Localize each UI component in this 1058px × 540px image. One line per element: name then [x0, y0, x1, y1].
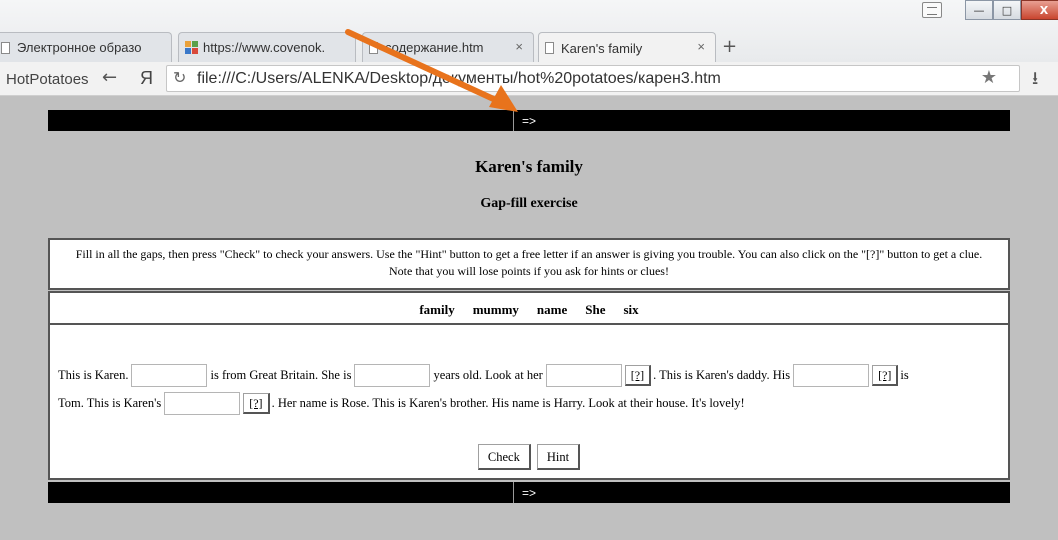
clue-button-3[interactable]: [?] [624, 365, 652, 386]
tab-label: Karen's family [561, 40, 643, 56]
word-bank-item: She [585, 302, 606, 317]
tab-karens-family[interactable]: Karen's family × [538, 32, 716, 63]
url-text[interactable]: file:///C:/Users/ALENKA/Desktop/документ… [197, 70, 721, 88]
clue-button-5[interactable]: [?] [243, 393, 270, 414]
instructions-text: Fill in all the gaps, then press "Check"… [75, 247, 983, 278]
top-nav-bar: => [48, 110, 1010, 131]
word-bank-box: family mummy name She six [48, 291, 1010, 325]
document-icon [369, 41, 378, 54]
address-bar[interactable]: ↻ file:///C:/Users/ALENKA/Desktop/докуме… [166, 65, 1020, 92]
instructions-box: Fill in all the gaps, then press "Check"… [48, 238, 1010, 290]
word-bank-item: six [623, 302, 639, 317]
tab-label: Электронное образо [17, 40, 142, 55]
document-icon [545, 42, 554, 54]
word-bank-item: mummy [472, 302, 519, 317]
maximize-button[interactable]: □ [993, 0, 1021, 20]
action-buttons: Check Hint [50, 444, 1008, 470]
gap-input-5[interactable] [164, 392, 241, 415]
colored-grid-icon [185, 41, 198, 54]
exercise-line-2: Tom. This is Karen's [?] . Her name is R… [58, 392, 745, 415]
close-tab-icon[interactable]: × [697, 39, 705, 54]
toolbar: HotPotatoes ← Я ↻ file:///C:/Users/ALENK… [0, 62, 1058, 96]
download-icon[interactable]: ⭳ [1032, 66, 1038, 96]
next-arrow-button[interactable]: => [513, 110, 544, 131]
exercise-text: Tom. This is Karen's [58, 396, 162, 410]
tab-soderzhanie[interactable]: содержание.htm × [362, 32, 534, 62]
bottom-nav-bar: => [48, 482, 1010, 503]
clue-button-4[interactable]: [?] [872, 365, 899, 386]
tab-label: содержание.htm [385, 40, 484, 55]
document-icon [1, 41, 10, 54]
exercise-text: is from Great Britain. She is [210, 368, 352, 382]
yandex-icon[interactable]: Я [140, 68, 153, 89]
gap-input-3[interactable] [545, 364, 622, 387]
window-controls: — □ X [965, 0, 1058, 22]
exercise-text: This is Karen. [58, 368, 129, 382]
gap-input-2[interactable] [354, 364, 431, 387]
tab-strip: — □ X Электронное образо https://www.cov… [0, 0, 1058, 63]
gap-input-4[interactable] [793, 364, 870, 387]
back-arrow-icon[interactable]: ← [102, 67, 117, 88]
check-button[interactable]: Check [477, 444, 531, 470]
exercise-text: . This is Karen's daddy. His [653, 368, 791, 382]
exercise-line-1: This is Karen. is from Great Britain. Sh… [58, 364, 909, 387]
word-bank: family mummy name She six [50, 293, 1008, 318]
word-bank-item: name [536, 302, 568, 317]
new-tab-button[interactable]: + [722, 36, 737, 57]
exercise-text: is [900, 368, 909, 382]
browser-chrome: — □ X Электронное образо https://www.cov… [0, 0, 1058, 96]
gap-input-1[interactable] [131, 364, 208, 387]
exercise-box: This is Karen. is from Great Britain. Sh… [48, 323, 1010, 480]
page-title: Karen's family [475, 157, 583, 176]
close-window-button[interactable]: X [1021, 0, 1058, 20]
tab-electronic[interactable]: Электронное образо [0, 32, 172, 62]
word-bank-item: family [419, 302, 455, 317]
exercise-text: years old. Look at her [433, 368, 543, 382]
star-icon[interactable]: ★ [981, 67, 997, 88]
hint-button[interactable]: Hint [536, 444, 581, 470]
close-tab-icon[interactable]: × [515, 39, 523, 54]
page-subtitle: Gap-fill exercise [480, 196, 578, 211]
tab-covenok[interactable]: https://www.covenok. [178, 32, 356, 62]
reload-icon[interactable]: ↻ [173, 68, 186, 87]
bookmark-hotpotatoes[interactable]: HotPotatoes [6, 71, 89, 88]
exercise-text: . Her name is Rose. This is Karen's brot… [271, 396, 745, 410]
next-arrow-button[interactable]: => [513, 482, 544, 503]
minimize-button[interactable]: — [965, 0, 993, 20]
tab-label: https://www.covenok. [203, 40, 326, 55]
menu-icon[interactable] [922, 2, 942, 18]
